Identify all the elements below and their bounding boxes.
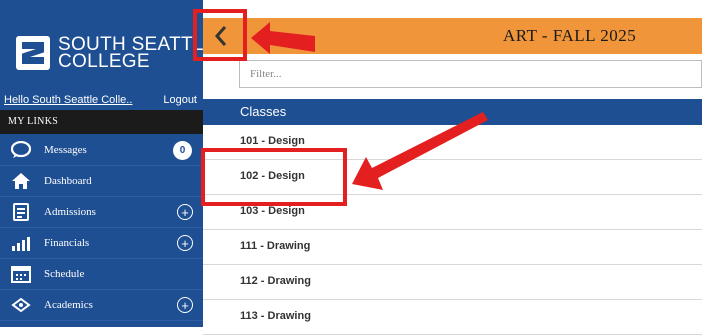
logout-link[interactable]: Logout xyxy=(163,94,197,106)
hello-user-link[interactable]: Hello South Seattle Colle.. xyxy=(4,94,132,106)
chat-icon xyxy=(10,139,32,161)
calendar-icon xyxy=(10,263,32,285)
page-title: ART - FALL 2025 xyxy=(503,26,637,45)
sidebar-item-messages[interactable]: Messages 0 xyxy=(0,135,203,166)
admissions-icon xyxy=(10,201,32,223)
sidebar: SOUTH SEATTLE COLLEGE Hello South Seattl… xyxy=(0,0,216,327)
sidebar-nav: Messages 0 Dashboard Admissions + Financ… xyxy=(0,135,203,321)
sidebar-item-dashboard[interactable]: Dashboard xyxy=(0,166,203,197)
page-header-bar: ART - FALL 2025 xyxy=(203,18,702,54)
filter-input[interactable] xyxy=(240,61,701,87)
chart-icon xyxy=(10,232,32,254)
sidebar-item-label: Schedule xyxy=(44,268,85,280)
sidebar-item-admissions[interactable]: Admissions + xyxy=(0,197,203,228)
sidebar-item-academics[interactable]: Academics + xyxy=(0,290,203,321)
back-button-highlight xyxy=(193,9,247,61)
classes-section-header: Classes xyxy=(203,99,702,125)
expand-admissions-icon[interactable]: + xyxy=(177,204,193,220)
class-row[interactable]: 113 - Drawing xyxy=(203,300,702,335)
sidebar-item-label: Messages xyxy=(44,144,87,156)
my-links-header: MY LINKS xyxy=(0,110,203,134)
expand-academics-icon[interactable]: + xyxy=(177,297,193,313)
filter-field[interactable] xyxy=(239,60,702,88)
expand-financials-icon[interactable]: + xyxy=(177,235,193,251)
sidebar-item-label: Financials xyxy=(44,237,90,249)
sidebar-item-label: Academics xyxy=(44,299,93,311)
sidebar-item-label: Admissions xyxy=(44,206,96,218)
academics-icon xyxy=(10,294,32,316)
class-row[interactable]: 111 - Drawing xyxy=(203,230,702,265)
class-102-highlight xyxy=(201,148,347,206)
user-row: Hello South Seattle Colle.. Logout xyxy=(4,94,197,106)
sidebar-item-schedule[interactable]: Schedule xyxy=(0,259,203,290)
college-logo[interactable]: SOUTH SEATTLE COLLEGE xyxy=(16,30,217,76)
class-row[interactable]: 112 - Drawing xyxy=(203,265,702,300)
sidebar-item-financials[interactable]: Financials + xyxy=(0,228,203,259)
home-icon xyxy=(10,170,32,192)
college-logo-mark xyxy=(16,36,50,70)
sidebar-item-label: Dashboard xyxy=(44,175,92,187)
messages-count-badge: 0 xyxy=(173,140,192,160)
